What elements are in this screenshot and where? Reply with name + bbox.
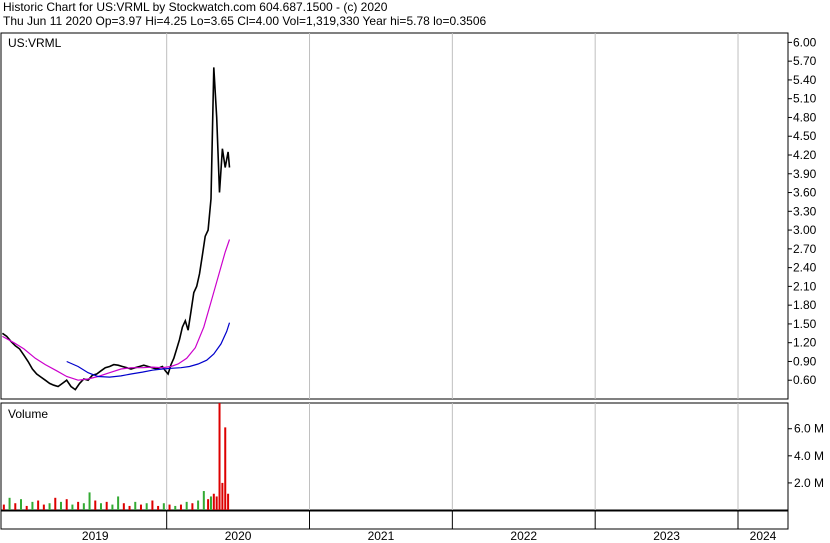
volume-bar [59, 501, 62, 510]
price-tick-label: 4.50 [793, 129, 817, 143]
volume-bar [209, 496, 212, 510]
price-panel [0, 32, 789, 400]
volume-bar [197, 500, 200, 510]
price-tick-label: 3.60 [793, 186, 817, 200]
price-tick-label: 2.70 [793, 242, 817, 256]
volume-bar [88, 492, 91, 510]
volume-bar [212, 493, 215, 510]
volume-bar [139, 504, 142, 510]
historic-chart: 2019 2020 2021 2022 2023 2024 0.60 0.90 1.20 1.50… [0, 32, 824, 543]
price-tick-label: 0.60 [793, 373, 817, 387]
price-tick-label: 2.40 [793, 261, 817, 275]
price-tick-label: 5.10 [793, 92, 817, 106]
long_ma-line [66, 322, 231, 378]
volume-bar [179, 504, 182, 510]
volume-bar [117, 496, 120, 510]
volume-bar [215, 496, 218, 510]
volume-bar [105, 501, 108, 510]
price-tick-label: 3.90 [793, 167, 817, 181]
volume-bar [224, 427, 227, 510]
price-tick-label: 6.00 [793, 35, 817, 49]
price-tick-label: 3.00 [793, 223, 817, 237]
price-tick-label: 1.50 [793, 317, 817, 331]
volume-bar [134, 501, 137, 510]
volume-tick-label: 4.0 M [794, 449, 824, 463]
volume-bar [94, 500, 97, 510]
date-axis-panel [0, 510, 789, 530]
grid-lines [166, 33, 739, 529]
volume-bar [202, 491, 205, 510]
volume-bar [54, 497, 57, 510]
volume-bar [221, 482, 224, 510]
volume-bar [122, 503, 125, 510]
price-tick-label: 1.20 [793, 336, 817, 350]
volume-bar [14, 503, 17, 510]
volume-bar [128, 505, 131, 510]
volume-bar [2, 504, 5, 510]
volume-bar [162, 503, 165, 510]
volume-bar [145, 503, 148, 510]
year-tick-label: 2024 [750, 529, 777, 543]
volume-label: Volume [8, 407, 48, 421]
year-tick-label: 2021 [368, 529, 395, 543]
volume-bar [48, 503, 51, 510]
volume-bar [19, 499, 22, 510]
year-tick-label: 2023 [653, 529, 680, 543]
price-tick-label: 1.80 [793, 298, 817, 312]
short_ma-line [2, 239, 231, 381]
volume-bar [42, 504, 45, 510]
price-tick-label: 4.20 [793, 148, 817, 162]
volume-panel [0, 402, 789, 511]
year-tick-label: 2020 [225, 529, 252, 543]
year-tick-label: 2022 [510, 529, 537, 543]
volume-tick-label: 6.0 M [794, 422, 824, 436]
year-tick-label: 2019 [82, 529, 109, 543]
volume-bar [8, 497, 11, 510]
price-line [1, 67, 231, 391]
price-tick-label: 3.30 [793, 204, 817, 218]
volume-bar [185, 501, 188, 510]
volume-bar [151, 500, 154, 510]
symbol-label: US:VRML [8, 36, 62, 50]
volume-bar [191, 503, 194, 510]
price-series [1, 67, 231, 391]
axis-ticks: 2019 2020 2021 2022 2023 2024 0.60 0.90 1.20 1.50… [82, 35, 824, 543]
volume-bar [77, 501, 80, 510]
volume-bar [71, 504, 74, 510]
price-tick-label: 5.70 [793, 54, 817, 68]
price-tick-label: 2.10 [793, 279, 817, 293]
price-tick-label: 4.80 [793, 110, 817, 124]
volume-bar [157, 505, 160, 510]
volume-bar [207, 499, 210, 510]
price-tick-label: 0.90 [793, 354, 817, 368]
volume-bar [218, 403, 221, 510]
volume-tick-label: 2.0 M [794, 476, 824, 490]
volume-bar [31, 501, 34, 510]
volume-bar [82, 503, 85, 510]
volume-bar [111, 504, 114, 510]
volume-bar [227, 493, 230, 510]
volume-bar [65, 499, 68, 510]
volume-bar [37, 500, 40, 510]
volume-bar [25, 505, 28, 510]
volume-bar [99, 503, 102, 510]
volume-bar [174, 505, 177, 510]
price-tick-label: 5.40 [793, 73, 817, 87]
volume-bar [168, 504, 171, 510]
